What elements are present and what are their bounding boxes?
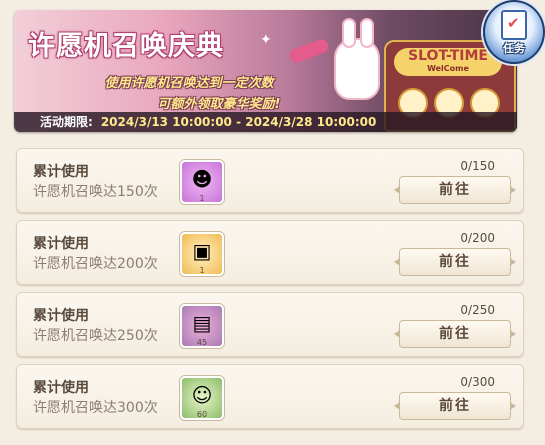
go-button[interactable]: 前往 (394, 176, 516, 204)
event-period: 活动期限: 2024/3/13 10:00:00 - 2024/3/28 10:0… (14, 112, 517, 132)
task-title: 累计使用 (33, 236, 89, 252)
task-progress: 0/150 (460, 159, 495, 173)
banner-subtitle-line1: 使用许愿机召唤达到一定次数 (104, 76, 274, 91)
go-button[interactable]: 前往 (394, 392, 516, 420)
reward-quantity: 60 (196, 410, 208, 419)
sparkle-icon: ✦ (260, 32, 272, 48)
task-description: 许愿机召唤达300次 (33, 400, 158, 416)
task-description: 许愿机召唤达150次 (33, 184, 158, 200)
banner-title: 许愿机召唤庆典 (28, 31, 224, 62)
task-progress: 0/200 (460, 231, 495, 245)
dark-chest-icon: ▤ (192, 311, 212, 335)
bunny-mascot-icon (334, 18, 380, 100)
task-progress: 0/300 (460, 375, 495, 389)
reward-item[interactable]: ▤ 45 (180, 304, 224, 348)
task-title: 累计使用 (33, 380, 89, 396)
reward-quantity: 45 (196, 338, 208, 347)
reward-quantity: 1 (199, 194, 205, 203)
go-button[interactable]: 前往 (394, 320, 516, 348)
task-title: 累计使用 (33, 164, 89, 180)
task-row: 累计使用 许愿机召唤达200次 ▣ 1 0/200 前往 (16, 220, 524, 285)
reward-item[interactable]: ☺ 60 (180, 376, 224, 420)
reward-item[interactable]: ☻ 1 (180, 160, 224, 204)
period-label: 活动期限: (40, 115, 93, 129)
task-description: 许愿机召唤达200次 (33, 256, 158, 272)
character-portrait-icon: ☺ (191, 383, 213, 407)
task-label: 任务 (503, 42, 525, 55)
task-row: 累计使用 许愿机召唤达150次 ☻ 1 0/150 前往 (16, 148, 524, 213)
reward-quantity: 1 (199, 266, 205, 275)
event-banner: SLOT-TIME WelCome ✦ ✦ 许愿机召唤庆典 使用许愿机召唤达到一… (14, 10, 517, 132)
task-row: 累计使用 许愿机召唤达300次 ☺ 60 0/300 前往 (16, 364, 524, 429)
banner-subtitle-line2: 可额外领取豪华奖励! (157, 97, 281, 112)
clipboard-check-icon (501, 10, 527, 40)
reward-item[interactable]: ▣ 1 (180, 232, 224, 276)
task-description: 许愿机召唤达250次 (33, 328, 158, 344)
task-button[interactable]: 任务 (483, 0, 545, 64)
purple-mask-icon: ☻ (191, 167, 213, 191)
ribbon-decoration (287, 37, 331, 65)
task-progress: 0/250 (460, 303, 495, 317)
treasure-chest-icon: ▣ (192, 239, 212, 263)
task-row: 累计使用 许愿机召唤达250次 ▤ 45 0/250 前往 (16, 292, 524, 357)
go-button[interactable]: 前往 (394, 248, 516, 276)
task-title: 累计使用 (33, 308, 89, 324)
period-dates: 2024/3/13 10:00:00 - 2024/3/28 10:00:00 (100, 115, 377, 129)
